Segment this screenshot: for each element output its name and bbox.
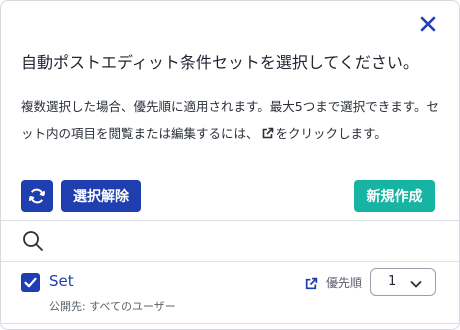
search-bar [1, 221, 459, 261]
priority-select[interactable]: 1 [370, 268, 436, 296]
divider [1, 323, 459, 324]
chevron-down-icon [409, 276, 423, 295]
priority-label: 優先順 [326, 276, 363, 290]
condition-set-dialog: 自動ポストエディット条件セットを選択してください。 複数選択した場合、優先順に適… [0, 0, 460, 330]
dialog-title: 自動ポストエディット条件セットを選択してください。 [21, 53, 419, 72]
set-checkbox[interactable] [21, 273, 40, 292]
priority-value: 1 [388, 274, 397, 289]
set-name-link[interactable]: Set [49, 272, 74, 290]
close-icon [420, 16, 436, 32]
set-list-item: Set 公開先: すべてのユーザー 優先順 1 [1, 262, 459, 322]
create-new-button[interactable]: 新規作成 [354, 180, 435, 212]
external-link-icon [261, 122, 274, 149]
checkmark-icon [24, 277, 37, 288]
description-text-2: をクリックします。 [275, 126, 387, 141]
search-icon [22, 230, 44, 256]
toolbar: 選択解除 新規作成 [21, 180, 435, 213]
search-input[interactable] [53, 227, 437, 257]
clear-selection-button[interactable]: 選択解除 [61, 180, 141, 212]
refresh-button[interactable] [21, 180, 53, 212]
refresh-icon [28, 188, 46, 204]
open-set-external-icon[interactable] [304, 276, 318, 295]
set-publish-scope: 公開先: すべてのユーザー [49, 300, 176, 313]
dialog-description: 複数選択した場合、優先順に適用されます。最大5つまで選択できます。セット内の項目… [21, 93, 446, 149]
close-button[interactable] [417, 13, 439, 35]
